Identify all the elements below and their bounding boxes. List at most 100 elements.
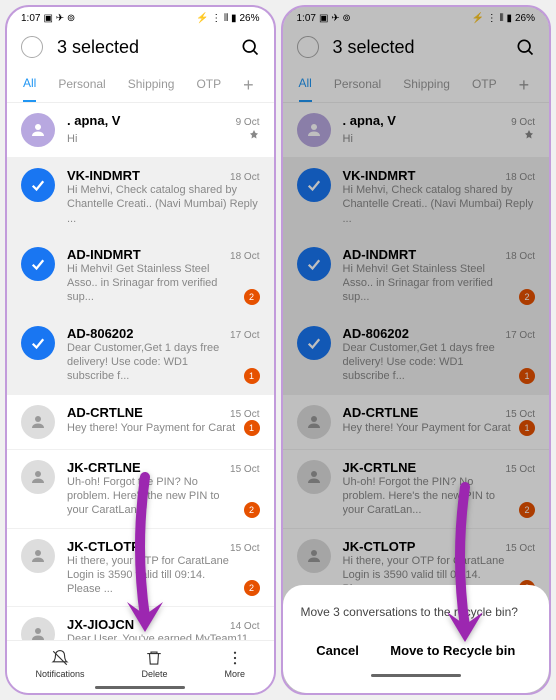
status-icons-right: ⚡ ⋮ ⫴ ▮ [196, 13, 237, 24]
message-preview: Hey there! Your Payment for Carat [67, 421, 236, 435]
selection-count: 3 selected [57, 37, 226, 58]
message-sender: VK-INDMRT [343, 168, 416, 183]
message-date: 14 Oct [230, 621, 259, 632]
message-date: 18 Oct [506, 172, 535, 183]
home-indicator[interactable] [371, 674, 461, 677]
unread-badge: 2 [244, 580, 260, 596]
home-indicator[interactable] [95, 686, 185, 689]
message-preview: Uh-oh! Forgot the PIN? No problem. Here'… [67, 475, 236, 518]
unread-badge: 2 [519, 502, 535, 518]
status-icons-left: ▣ ✈ ⊚ [319, 13, 351, 24]
search-icon[interactable] [515, 37, 535, 57]
more-label: More [224, 669, 245, 679]
check-icon [297, 168, 331, 202]
avatar [297, 113, 331, 147]
tab-otp[interactable]: OTP [196, 69, 221, 101]
message-sender: AD-INDMRT [67, 247, 141, 262]
unread-badge: 1 [244, 368, 260, 384]
message-row[interactable]: AD-CRTLNE 15 OctHey there! Your Payment f… [283, 395, 550, 450]
message-row[interactable]: AD-806202 17 OctDear Customer,Get 1 days … [7, 316, 274, 395]
unread-badge: 2 [244, 502, 260, 518]
message-sender: AD-CRTLNE [343, 405, 419, 420]
message-row[interactable]: JK-CRTLNE 15 OctUh-oh! Forgot the PIN? No… [7, 450, 274, 529]
message-row[interactable]: VK-INDMRT 18 OctHi Mehvi, Check catalog s… [283, 158, 550, 237]
tab-shipping[interactable]: Shipping [128, 69, 175, 101]
message-preview: Hi [67, 132, 240, 146]
avatar [297, 539, 331, 573]
tab-personal[interactable]: Personal [334, 69, 381, 101]
message-date: 9 Oct [511, 117, 535, 128]
check-icon [297, 247, 331, 281]
message-row[interactable]: JK-CRTLNE15 OctUh-oh! Forgot the PIN? No… [283, 450, 550, 529]
search-icon[interactable] [240, 37, 260, 57]
unread-badge: 2 [244, 289, 260, 305]
message-date: 15 Oct [506, 543, 535, 554]
tab-all[interactable]: All [23, 68, 36, 102]
message-date: 15 Oct [506, 464, 535, 475]
status-bar: 1:07 ▣ ✈ ⊚ ⚡ ⋮ ⫴ ▮ 26% [7, 7, 274, 26]
message-sender: AD-806202 [67, 326, 134, 341]
message-date: 15 Oct [230, 543, 259, 554]
tab-add-icon[interactable]: + [243, 75, 258, 96]
message-sender: AD-INDMRT [343, 247, 417, 262]
bell-off-icon [51, 649, 69, 667]
tab-personal[interactable]: Personal [58, 69, 105, 101]
message-preview: Hi [343, 132, 516, 146]
selection-count: 3 selected [333, 37, 502, 58]
message-preview: Hi Mehvi! Get Stainless Steel Asso.. in … [343, 262, 512, 305]
message-preview: Dear Customer,Get 1 days free delivery! … [67, 341, 236, 384]
tab-add-icon[interactable]: + [519, 75, 534, 96]
message-sender: AD-806202 [343, 326, 410, 341]
tab-otp[interactable]: OTP [472, 69, 497, 101]
tab-all[interactable]: All [299, 68, 312, 102]
message-preview: Hey there! Your Payment for Carat [343, 421, 512, 435]
message-row[interactable]: . apna, V9 OctHi [283, 103, 550, 158]
tab-shipping[interactable]: Shipping [403, 69, 450, 101]
check-icon [21, 326, 55, 360]
message-row[interactable]: JK-CTLOTP15 OctHi there, your OTP for Ca… [7, 529, 274, 608]
cancel-button[interactable]: Cancel [306, 637, 369, 664]
status-icons-left: ▣ ✈ ⊚ [43, 13, 75, 24]
tabs: All Personal Shipping OTP + [7, 68, 274, 103]
avatar [21, 405, 55, 439]
message-preview: Hi Mehvi, Check catalog shared by Chante… [343, 183, 536, 226]
message-preview: Dear Customer,Get 1 days free delivery! … [343, 341, 512, 384]
message-date: 17 Oct [230, 330, 259, 341]
message-date: 18 Oct [230, 251, 259, 262]
status-battery: 26% [239, 13, 259, 24]
phone-right: 1:07 ▣ ✈ ⊚ ⚡ ⋮ ⫴ ▮ 26% 3 selected All Pe… [281, 5, 552, 695]
header: 3 selected [283, 26, 550, 68]
message-row[interactable]: . apna, V9 OctHi [7, 103, 274, 158]
message-date: 15 Oct [506, 409, 535, 420]
message-sender: JK-CTLOTP [343, 539, 416, 554]
pin-icon [523, 128, 535, 146]
avatar [297, 405, 331, 439]
message-sender: JK-CRTLNE [67, 460, 141, 475]
header: 3 selected [7, 26, 274, 68]
message-row[interactable]: AD-INDMRT 18 OctHi Mehvi! Get Stainless S… [7, 237, 274, 316]
message-row[interactable]: AD-CRTLNE15 OctHey there! Your Payment f… [7, 395, 274, 450]
message-preview: Uh-oh! Forgot the PIN? No problem. Here'… [343, 475, 512, 518]
check-icon [21, 168, 55, 202]
avatar [21, 460, 55, 494]
phone-left: 1:07 ▣ ✈ ⊚ ⚡ ⋮ ⫴ ▮ 26% 3 selected All Pe… [5, 5, 276, 695]
unread-badge: 1 [244, 420, 260, 436]
message-preview: Hi Mehvi! Get Stainless Steel Asso.. in … [67, 262, 236, 305]
message-sender: JX-JIOJCN [67, 617, 134, 632]
notifications-button[interactable]: Notifications [35, 649, 84, 679]
message-row[interactable]: VK-INDMRT18 OctHi Mehvi, Check catalog s… [7, 158, 274, 237]
select-all-circle[interactable] [297, 36, 319, 58]
message-date: 15 Oct [230, 464, 259, 475]
more-button[interactable]: More [224, 649, 245, 679]
message-sender: AD-CRTLNE [67, 405, 143, 420]
confirm-button[interactable]: Move to Recycle bin [380, 637, 525, 664]
avatar [21, 539, 55, 573]
message-row[interactable]: AD-80620217 OctDear Customer,Get 1 days … [283, 316, 550, 395]
pin-icon [248, 128, 260, 146]
select-all-circle[interactable] [21, 36, 43, 58]
status-icons-right: ⚡ ⋮ ⫴ ▮ [471, 13, 512, 24]
message-row[interactable]: AD-INDMRT18 OctHi Mehvi! Get Stainless S… [283, 237, 550, 316]
tabs: All Personal Shipping OTP + [283, 68, 550, 103]
unread-badge: 1 [519, 420, 535, 436]
delete-button[interactable]: Delete [141, 649, 167, 679]
